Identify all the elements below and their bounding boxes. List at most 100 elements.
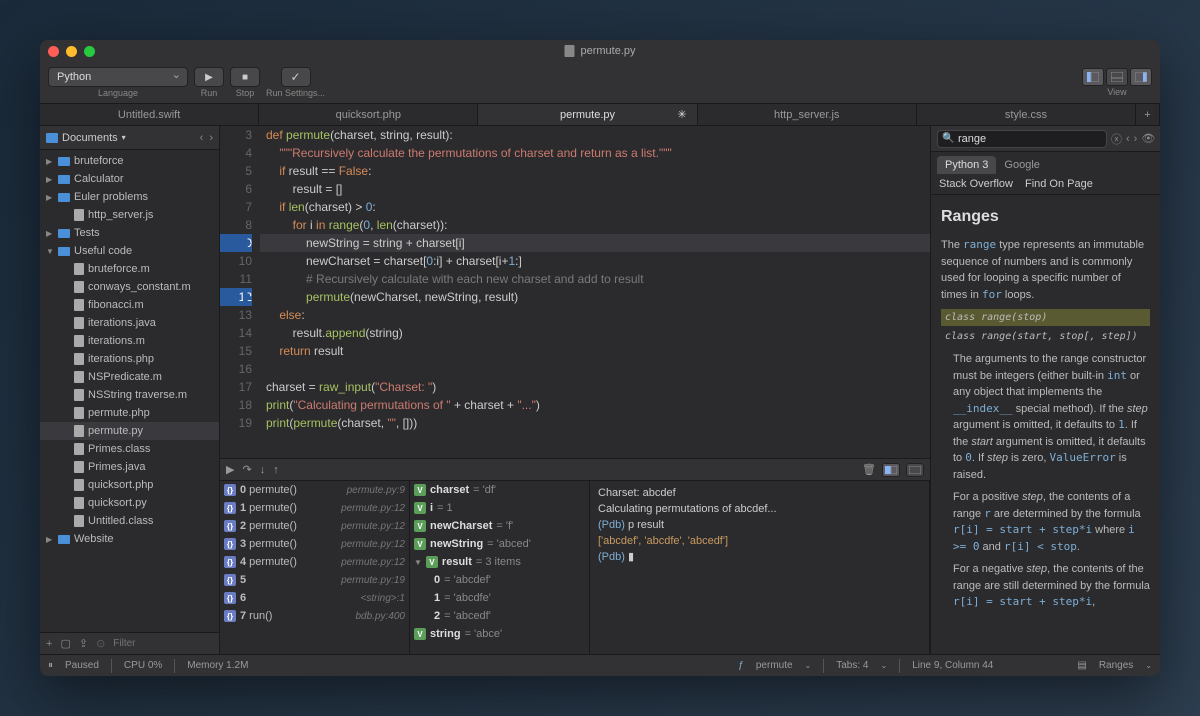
- line-number[interactable]: 6: [220, 180, 252, 198]
- tree-file[interactable]: conways_constant.m: [40, 278, 219, 296]
- line-number[interactable]: 16: [220, 360, 252, 378]
- stop-button[interactable]: ■: [230, 67, 260, 87]
- tree-folder[interactable]: Useful code: [40, 242, 219, 260]
- code-editor[interactable]: 345678910111213141516171819 def permute(…: [220, 126, 930, 458]
- code-line[interactable]: return result: [260, 342, 930, 360]
- stack-frame[interactable]: {}1 permute()permute.py:12: [220, 499, 409, 517]
- continue-icon[interactable]: ▶: [226, 463, 234, 476]
- code-line[interactable]: """Recursively calculate the permutation…: [260, 144, 930, 162]
- gear-icon[interactable]: ⚙: [1159, 132, 1160, 145]
- code-line[interactable]: result.append(string): [260, 324, 930, 342]
- tree-folder[interactable]: Website: [40, 530, 219, 548]
- tab-find-on-page[interactable]: Find On Page: [1025, 178, 1093, 190]
- call-stack[interactable]: {}0 permute()permute.py:9{}1 permute()pe…: [220, 481, 410, 654]
- line-number[interactable]: 15: [220, 342, 252, 360]
- file-tab[interactable]: quicksort.php: [259, 104, 478, 125]
- code-line[interactable]: newCharset = charset[0:i] + charset[i+1:…: [260, 252, 930, 270]
- line-number[interactable]: 11: [220, 270, 252, 288]
- run-settings-button[interactable]: ✓: [281, 67, 311, 87]
- view-right-button[interactable]: [1130, 68, 1152, 86]
- chevron-icon[interactable]: [46, 535, 54, 544]
- variable-row[interactable]: Vi = 1: [410, 499, 589, 517]
- stack-frame[interactable]: {}5 permute.py:19: [220, 571, 409, 589]
- code-line[interactable]: result = []: [260, 180, 930, 198]
- fullscreen-icon[interactable]: [84, 46, 95, 57]
- tree-file[interactable]: quicksort.php: [40, 476, 219, 494]
- view-bottom-button[interactable]: [1106, 68, 1128, 86]
- code-line[interactable]: def permute(charset, string, result):: [260, 126, 930, 144]
- add-icon[interactable]: +: [46, 638, 52, 650]
- code-area[interactable]: def permute(charset, string, result): ""…: [260, 126, 930, 458]
- language-dropdown[interactable]: Python: [48, 67, 188, 87]
- stack-frame[interactable]: {}2 permute()permute.py:12: [220, 517, 409, 535]
- stack-frame[interactable]: {}0 permute()permute.py:9: [220, 481, 409, 499]
- line-number[interactable]: 7: [220, 198, 252, 216]
- nav-forward-icon[interactable]: ›: [209, 132, 213, 144]
- line-number[interactable]: 13: [220, 306, 252, 324]
- tree-file[interactable]: permute.py: [40, 422, 219, 440]
- status-tabs[interactable]: Tabs: 4: [836, 660, 868, 671]
- code-line[interactable]: # Recursively calculate with each new ch…: [260, 270, 930, 288]
- variable-row[interactable]: Vcharset = 'df': [410, 481, 589, 499]
- tree-file[interactable]: iterations.java: [40, 314, 219, 332]
- tree-file[interactable]: http_server.js: [40, 206, 219, 224]
- new-folder-icon[interactable]: ▢: [60, 637, 70, 650]
- tab-python3[interactable]: Python 3: [937, 156, 996, 174]
- line-number[interactable]: 9: [220, 234, 252, 252]
- nav-back-icon[interactable]: ‹: [200, 132, 204, 144]
- debug-console[interactable]: Charset: abcdefCalculating permutations …: [590, 481, 930, 654]
- tree-file[interactable]: fibonacci.m: [40, 296, 219, 314]
- tree-file[interactable]: NSString traverse.m: [40, 386, 219, 404]
- action-icon[interactable]: ⇪: [79, 637, 88, 650]
- variable-row[interactable]: 2 = 'abcedf': [410, 607, 589, 625]
- stack-frame[interactable]: {}7 run()bdb.py:400: [220, 607, 409, 625]
- file-tab[interactable]: style.css: [917, 104, 1136, 125]
- chevron-icon[interactable]: [46, 157, 54, 166]
- tree-file[interactable]: Untitled.class: [40, 512, 219, 530]
- titlebar[interactable]: permute.py: [40, 40, 1160, 62]
- line-number[interactable]: 18: [220, 396, 252, 414]
- variable-row[interactable]: 1 = 'abcdfe': [410, 589, 589, 607]
- code-line[interactable]: if len(charset) > 0:: [260, 198, 930, 216]
- file-tab[interactable]: permute.py✳: [478, 104, 697, 125]
- chevron-icon[interactable]: [46, 175, 54, 184]
- tree-file[interactable]: Primes.java: [40, 458, 219, 476]
- tree-file[interactable]: permute.php: [40, 404, 219, 422]
- new-tab-button[interactable]: +: [1136, 104, 1160, 125]
- tab-stackoverflow[interactable]: Stack Overflow: [939, 178, 1013, 190]
- code-line[interactable]: print(permute(charset, "", [])): [260, 414, 930, 432]
- line-number[interactable]: 17: [220, 378, 252, 396]
- tree-file[interactable]: bruteforce.m: [40, 260, 219, 278]
- stack-frame[interactable]: {}6 <string>:1: [220, 589, 409, 607]
- line-number[interactable]: 4: [220, 144, 252, 162]
- stack-frame[interactable]: {}4 permute()permute.py:12: [220, 553, 409, 571]
- variables-panel[interactable]: Vcharset = 'df'Vi = 1VnewCharset = 'f'Vn…: [410, 481, 590, 654]
- eye-icon[interactable]: 👁: [1141, 132, 1155, 145]
- tree-file[interactable]: quicksort.py: [40, 494, 219, 512]
- minimize-icon[interactable]: [66, 46, 77, 57]
- code-line[interactable]: permute(newCharset, newString, result): [260, 288, 930, 306]
- debug-view-split-button[interactable]: [882, 463, 900, 477]
- variable-row[interactable]: VnewString = 'abced': [410, 535, 589, 553]
- debug-view-single-button[interactable]: [906, 463, 924, 477]
- variable-row[interactable]: VnewCharset = 'f': [410, 517, 589, 535]
- tree-file[interactable]: Primes.class: [40, 440, 219, 458]
- status-function[interactable]: permute: [756, 660, 793, 671]
- doc-search-input[interactable]: [937, 130, 1107, 148]
- chevron-icon[interactable]: [46, 229, 54, 238]
- line-number[interactable]: 12: [220, 288, 252, 306]
- clear-icon[interactable]: ⓧ: [1111, 131, 1122, 147]
- close-icon[interactable]: [48, 46, 59, 57]
- code-line[interactable]: print("Calculating permutations of " + c…: [260, 396, 930, 414]
- file-tab[interactable]: Untitled.swift: [40, 104, 259, 125]
- view-left-button[interactable]: [1082, 68, 1104, 86]
- step-over-icon[interactable]: ↷: [242, 463, 251, 476]
- tree-folder[interactable]: Tests: [40, 224, 219, 242]
- nav-back-icon[interactable]: ‹: [1126, 133, 1130, 145]
- run-button[interactable]: ▶: [194, 67, 224, 87]
- code-line[interactable]: if result == False:: [260, 162, 930, 180]
- code-line[interactable]: newString = string + charset[i]: [260, 234, 930, 252]
- variable-row[interactable]: 0 = 'abcdef': [410, 571, 589, 589]
- tree-file[interactable]: iterations.php: [40, 350, 219, 368]
- chevron-down-icon[interactable]: ▼: [414, 558, 422, 567]
